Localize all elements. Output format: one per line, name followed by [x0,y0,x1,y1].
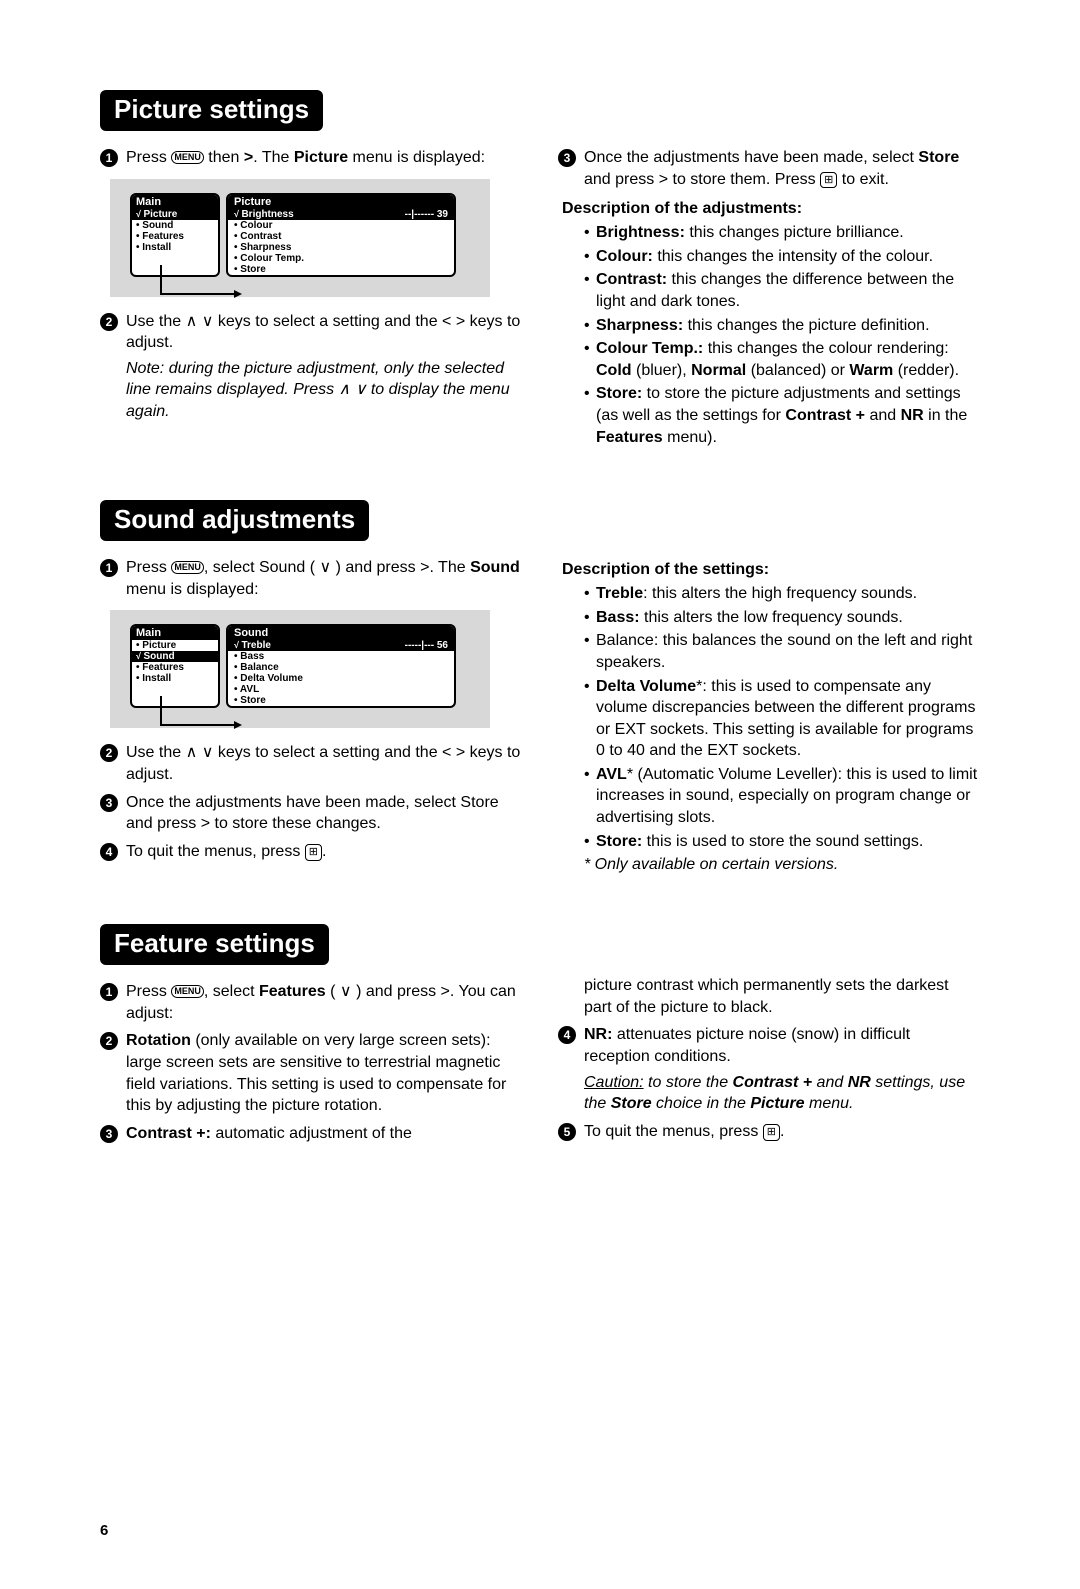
feature-step2: 2 Rotation (only available on very large… [100,1030,522,1116]
osd-sub-menu: Picture √ Brightness --|------ 39 • Colo… [226,193,456,277]
step-number-4: 4 [100,843,118,861]
step-number-1: 1 [100,559,118,577]
sound-step2: 2 Use the ∧ ∨ keys to select a setting a… [100,742,522,785]
feature-step1: 1 Press MENU, select Features ( ∨ ) and … [100,981,522,1024]
feature-step4: 4 NR: attenuates picture noise (snow) in… [558,1024,980,1067]
step-number-2: 2 [100,313,118,331]
picture-title: Picture settings [100,90,323,131]
osd-main-selected: √ Sound [132,651,218,662]
picture-note: Note: during the picture adjustment, onl… [126,358,522,423]
menu-button-icon: MENU [171,151,204,164]
feature-title: Feature settings [100,924,329,965]
step-number-3: 3 [558,149,576,167]
step-number-3: 3 [100,1125,118,1143]
sound-osd: Main • Picture √ Sound • Features • Inst… [110,610,490,728]
picture-step1-text: Press MENU then >. The Picture menu is d… [126,147,522,169]
sound-columns: 1 Press MENU, select Sound ( ∨ ) and pre… [100,551,980,874]
picture-step3: 3 Once the adjustments have been made, s… [558,147,980,190]
step-number-3: 3 [100,794,118,812]
step-number-1: 1 [100,149,118,167]
exit-button-icon: ⊞ [820,172,837,189]
section-sound: Sound adjustments 1 Press MENU, select S… [100,500,980,874]
sound-desc-head: Description of the settings: [562,561,980,579]
feature-col2-cont: picture contrast which permanently sets … [584,975,980,1018]
step-number-4: 4 [558,1026,576,1044]
feature-col-right: picture contrast which permanently sets … [558,975,980,1148]
picture-step2: 2 Use the ∧ ∨ keys to select a setting a… [100,311,522,354]
sound-step3: 3 Once the adjustments have been made, s… [100,792,522,835]
picture-osd: Main √ Picture • Sound • Features • Inst… [110,179,490,297]
sound-col-left: 1 Press MENU, select Sound ( ∨ ) and pre… [100,551,522,874]
right-arrow-icon: > [244,149,253,166]
sound-footnote: * Only available on certain versions. [584,856,980,874]
osd-sub-menu: Sound √ Treble -----|--- 56 • Bass • Bal… [226,624,456,708]
step-number-2: 2 [100,1032,118,1050]
exit-button-icon: ⊞ [305,844,322,861]
sound-step1: 1 Press MENU, select Sound ( ∨ ) and pre… [100,557,522,600]
section-picture: Picture settings 1 Press MENU then >. Th… [100,90,980,450]
menu-button-icon: MENU [171,561,204,574]
section-feature: Feature settings 1 Press MENU, select Fe… [100,924,980,1148]
osd-sub-selected: √ Brightness --|------ 39 [228,209,454,220]
picture-columns: 1 Press MENU then >. The Picture menu is… [100,141,980,450]
feature-columns: 1 Press MENU, select Features ( ∨ ) and … [100,975,980,1148]
picture-step1: 1 Press MENU then >. The Picture menu is… [100,147,522,169]
sound-step4: 4 To quit the menus, press ⊞. [100,841,522,863]
osd-sub-selected: √ Treble -----|--- 56 [228,640,454,651]
feature-step5: 5 To quit the menus, press ⊞. [558,1121,980,1143]
picture-col-left: 1 Press MENU then >. The Picture menu is… [100,141,522,450]
menu-button-icon: MENU [171,985,204,998]
osd-main-selected: √ Picture [132,209,218,220]
picture-col-right: 3 Once the adjustments have been made, s… [558,141,980,450]
sound-desc-list: Treble: this alters the high frequency s… [584,583,980,852]
step-number-2: 2 [100,744,118,762]
feature-step3: 3 Contrast +: automatic adjustment of th… [100,1123,522,1145]
exit-button-icon: ⊞ [763,1124,780,1141]
feature-col-left: 1 Press MENU, select Features ( ∨ ) and … [100,975,522,1148]
sound-col-right: Description of the settings: Treble: thi… [558,551,980,874]
step-number-1: 1 [100,983,118,1001]
sound-title: Sound adjustments [100,500,369,541]
picture-desc-head: Description of the adjustments: [562,200,980,218]
step-number-5: 5 [558,1123,576,1141]
page-number: 6 [100,1522,108,1539]
osd-main-menu: Main √ Picture • Sound • Features • Inst… [130,193,220,277]
osd-main-menu: Main • Picture √ Sound • Features • Inst… [130,624,220,708]
picture-desc-list: Brightness: this changes picture brillia… [584,222,980,448]
feature-caution: Caution: to store the Contrast + and NR … [584,1072,980,1115]
